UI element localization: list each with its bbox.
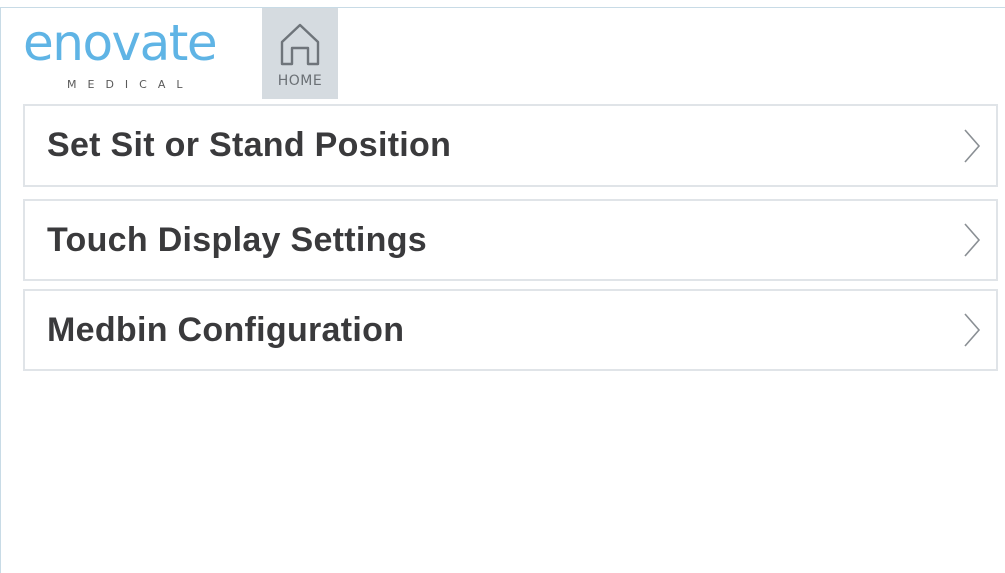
menu-item-label: Set Sit or Stand Position	[47, 126, 452, 164]
enovate-medical-logo: enovate MEDICAL	[23, 18, 245, 96]
settings-menu: Set Sit or Stand Position Touch Display …	[23, 104, 998, 371]
menu-item-set-sit-or-stand-position[interactable]: Set Sit or Stand Position	[23, 104, 998, 187]
menu-item-label: Touch Display Settings	[47, 220, 428, 259]
home-label: HOME	[277, 73, 323, 89]
menu-item-label: Medbin Configuration	[47, 310, 405, 349]
chevron-right-icon	[964, 313, 981, 347]
logo-wordmark: enovate	[23, 14, 218, 72]
menu-item-touch-display-settings[interactable]: Touch Display Settings	[23, 199, 998, 281]
logo-subtitle: MEDICAL	[67, 78, 194, 91]
chevron-right-icon	[964, 128, 981, 163]
chevron-right-icon	[964, 223, 981, 257]
menu-item-medbin-configuration[interactable]: Medbin Configuration	[23, 289, 998, 371]
home-button[interactable]: HOME	[262, 8, 338, 99]
home-icon	[280, 23, 320, 66]
